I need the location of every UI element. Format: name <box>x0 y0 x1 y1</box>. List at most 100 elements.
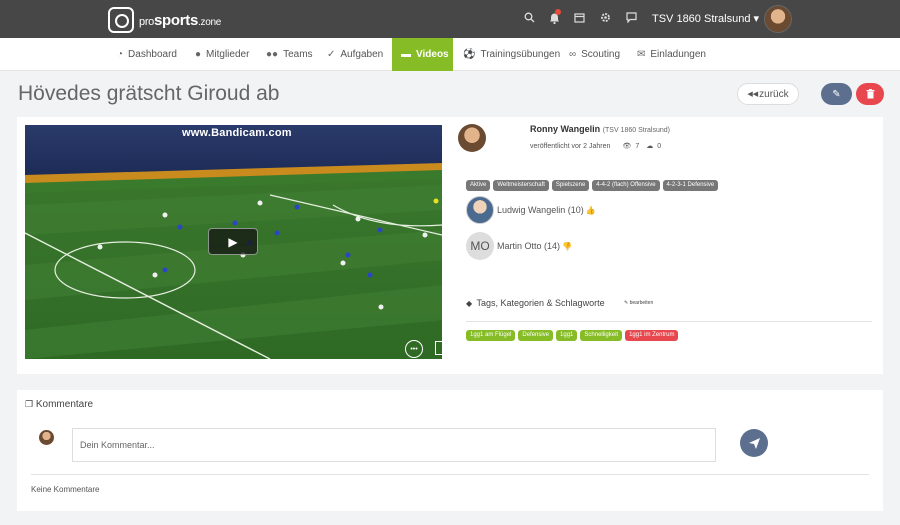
thumbs-down-icon: 👎 <box>562 241 572 251</box>
trash-icon <box>866 89 874 99</box>
chevron-down-icon: ▾ <box>753 13 760 25</box>
divider <box>31 474 869 475</box>
binoculars-icon: ∞ <box>569 49 577 60</box>
no-comments-text: Keine Kommentare <box>31 485 100 494</box>
nav-label: Trainingsübungen <box>480 49 561 60</box>
gear-icon[interactable] <box>599 12 611 24</box>
nav-item-teams[interactable]: ●● Teams <box>266 38 313 71</box>
player-item[interactable]: MO Martin Otto (14) 👎 <box>466 232 572 260</box>
author-avatar[interactable] <box>458 124 486 152</box>
search-icon[interactable] <box>523 12 535 24</box>
player-avatar: MO <box>466 232 494 260</box>
comment-input[interactable] <box>72 428 716 462</box>
skill-tag[interactable]: 1gg1 im Zentrum <box>625 330 679 341</box>
edit-icon: ✎ <box>624 300 629 306</box>
skill-tag[interactable]: 1gg1 am Flügel <box>466 330 516 341</box>
nav-item-trainingsuebungen[interactable]: ⚽ Trainingsübungen <box>463 38 560 71</box>
published-time: veröffentlicht vor 2 Jahren <box>530 142 611 150</box>
delete-button[interactable] <box>856 83 884 105</box>
logo-main: sports <box>154 11 199 29</box>
nav-label: Scouting <box>581 49 621 60</box>
dashboard-icon: ◔ <box>117 49 124 60</box>
nav-item-videos[interactable]: ▬ Videos <box>392 38 453 71</box>
player-item[interactable]: Ludwig Wangelin (10) 👍 <box>466 196 596 224</box>
author-name[interactable]: Ronny Wangelin (TSV 1860 Stralsund) <box>530 124 670 134</box>
edit-icon: ✎ <box>832 88 841 100</box>
double-chevron-left-icon: ◀◀ <box>747 91 759 98</box>
comment-avatar <box>39 430 54 445</box>
video-icon: ▬ <box>401 49 411 60</box>
nav-label: Dashboard <box>128 49 177 60</box>
player-name: Ludwig Wangelin (10) <box>497 205 584 215</box>
nav-label: Mitglieder <box>206 49 250 60</box>
tags-edit-label: bearbeiten <box>629 300 654 306</box>
category-tag[interactable]: Spielszene <box>551 180 590 191</box>
users-icon: ●● <box>266 49 279 60</box>
logo-prefix: pro <box>139 15 154 28</box>
play-icon: ▶ <box>228 234 238 249</box>
tags-icon: ◆ <box>466 299 473 308</box>
page-title: Hövedes grätscht Giroud ab <box>18 82 280 105</box>
check-circle-icon: ✓ <box>327 49 336 60</box>
nav-item-dashboard[interactable]: ◔ Dashboard <box>117 38 177 71</box>
view-count: 7 <box>635 142 640 150</box>
club-name: TSV 1860 Stralsund <box>652 13 751 25</box>
skill-tag[interactable]: Defensive <box>518 330 554 341</box>
nav-item-scouting[interactable]: ∞ Scouting <box>569 38 620 71</box>
back-button[interactable]: ◀◀ zurück <box>737 83 799 105</box>
cloud-download-icon: ☁ <box>646 143 654 150</box>
envelope-icon: ✉ <box>637 49 646 60</box>
video-options-button[interactable]: ••• <box>405 340 423 358</box>
logo[interactable]: prosports.zone <box>108 7 221 33</box>
nav-item-aufgaben[interactable]: ✓ Aufgaben <box>327 38 383 71</box>
back-label: zurück <box>759 88 789 100</box>
edit-button[interactable]: ✎ <box>821 83 852 105</box>
divider <box>466 321 872 322</box>
player-avatar <box>466 196 494 224</box>
author-club: (TSV 1860 Stralsund) <box>602 127 670 134</box>
comments-title: ❐ Kommentare <box>25 399 93 410</box>
club-selector[interactable]: TSV 1860 Stralsund ▾ <box>652 12 759 25</box>
player-name: Martin Otto (14) <box>497 241 561 251</box>
download-count: 0 <box>657 142 662 150</box>
video-player[interactable]: www.Bandicam.com ▶ ••• <box>25 125 442 359</box>
category-tag[interactable]: Aktive <box>466 180 491 191</box>
user-icon: ● <box>195 49 202 60</box>
video-watermark: www.Bandicam.com <box>182 127 292 139</box>
comments-icon: ❐ <box>25 399 34 409</box>
tags-edit-link[interactable]: ✎ bearbeiten <box>624 300 653 306</box>
play-button[interactable]: ▶ <box>208 228 258 255</box>
calendar-icon[interactable] <box>573 12 585 24</box>
notification-badge <box>555 9 561 15</box>
nav-label: Einladungen <box>650 49 706 60</box>
eye-icon: 👁 <box>622 143 632 150</box>
chat-icon[interactable] <box>625 12 637 24</box>
thumbs-up-icon: 👍 <box>585 205 596 215</box>
fullscreen-icon[interactable] <box>435 341 442 355</box>
logo-suffix: .zone <box>198 16 222 28</box>
user-avatar[interactable] <box>764 5 792 33</box>
tags-section-title-text: Tags, Kategorien & Schlagworte <box>476 298 605 308</box>
category-tag[interactable]: 4-4-2 (flach) Offensive <box>592 180 660 191</box>
category-tag[interactable]: Weltmeisterschaft <box>493 180 549 191</box>
nav-label: Videos <box>416 49 449 60</box>
comments-title-text: Kommentare <box>35 399 94 410</box>
paper-plane-icon <box>748 437 760 449</box>
category-tags: Aktive Weltmeisterschaft Spielszene 4-4-… <box>466 180 719 191</box>
nav-item-einladungen[interactable]: ✉ Einladungen <box>637 38 706 71</box>
nav-label: Aufgaben <box>340 49 384 60</box>
logo-icon <box>108 7 134 33</box>
soccer-ball-icon: ⚽ <box>463 49 476 60</box>
send-comment-button[interactable] <box>740 429 768 457</box>
nav-item-mitglieder[interactable]: ● Mitglieder <box>195 38 249 71</box>
nav-label: Teams <box>283 49 313 60</box>
more-icon: ••• <box>410 345 418 353</box>
category-tag[interactable]: 4-2-3-1 Defensive <box>662 180 719 191</box>
video-meta: veröffentlicht vor 2 Jahren 👁 7 ☁ 0 <box>530 142 662 151</box>
skill-tags: 1gg1 am Flügel Defensive 1gg1 Schnelligk… <box>466 330 679 341</box>
tags-section-title: ◆ Tags, Kategorien & Schlagworte <box>466 298 605 308</box>
skill-tag[interactable]: 1gg1 <box>556 330 578 341</box>
logo-text: prosports.zone <box>139 12 221 29</box>
author-name-text: Ronny Wangelin <box>530 124 601 134</box>
skill-tag[interactable]: Schnelligkeit <box>580 330 623 341</box>
